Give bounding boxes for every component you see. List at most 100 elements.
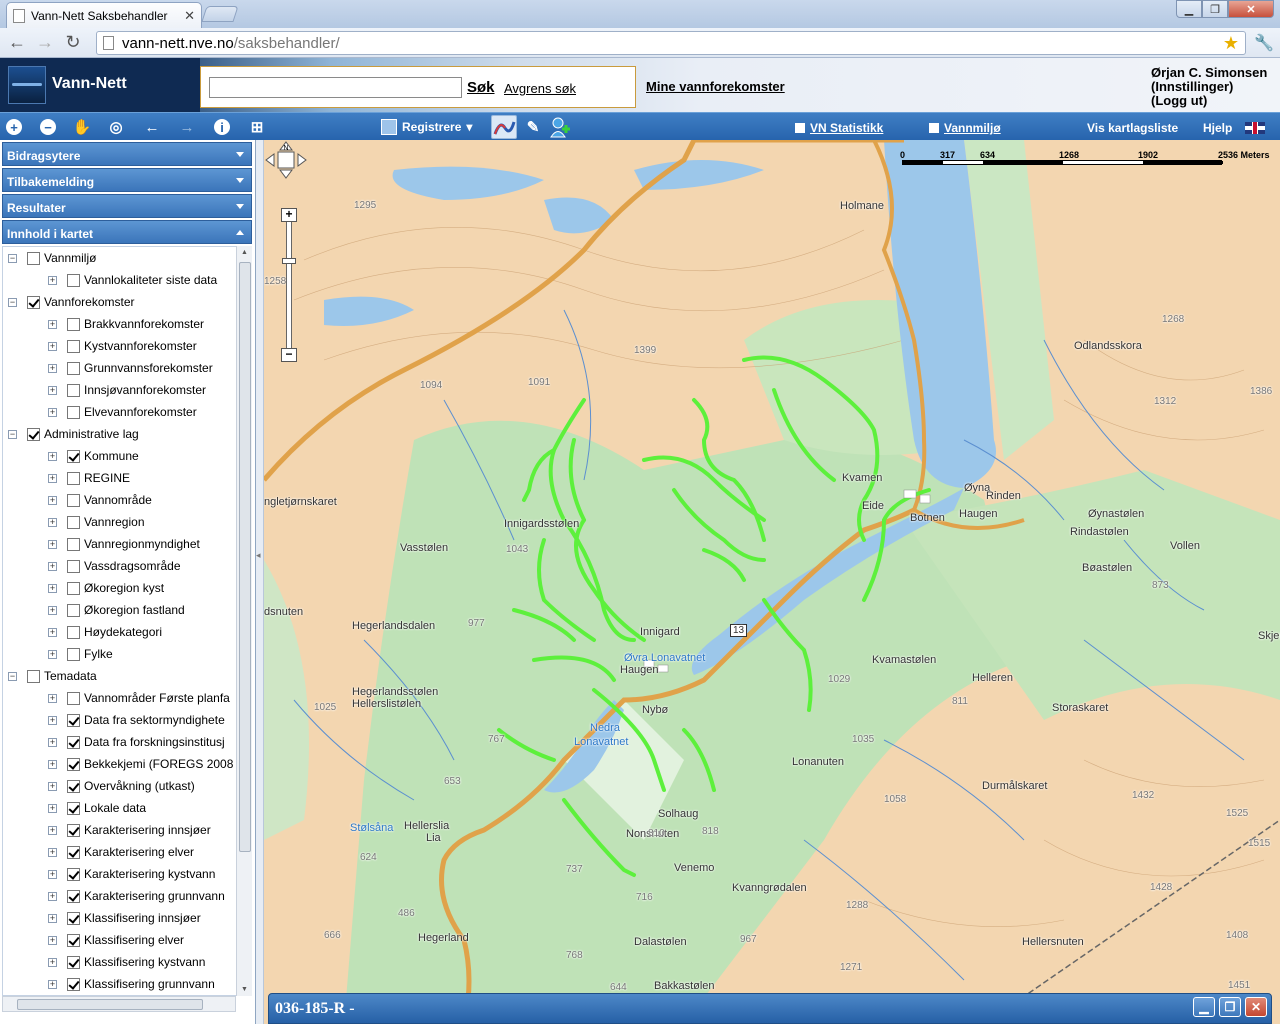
- layer-tree-item[interactable]: + REGINE: [48, 467, 130, 489]
- layer-checkbox[interactable]: [27, 251, 40, 265]
- forward-arrow-icon[interactable]: →: [31, 31, 59, 55]
- scrollbar-thumb[interactable]: [17, 999, 203, 1010]
- zoom-in-icon[interactable]: +: [281, 208, 297, 222]
- layer-tree-item[interactable]: − Vannmiljø: [8, 247, 96, 269]
- layer-checkbox[interactable]: [67, 757, 80, 771]
- collapse-icon[interactable]: −: [8, 253, 17, 263]
- panel-splitter[interactable]: ◂: [256, 140, 264, 1024]
- layer-tree-item[interactable]: + Fylke: [48, 643, 113, 665]
- layer-tree-item[interactable]: − Vannforekomster: [8, 291, 135, 313]
- address-bar[interactable]: vann-nett.nve.no /saksbehandler/ ★: [96, 31, 1246, 55]
- layer-tree-horizontal-scrollbar[interactable]: [2, 996, 236, 1012]
- expand-icon[interactable]: +: [48, 451, 57, 461]
- add-user-icon[interactable]: [549, 116, 571, 138]
- layer-checkbox[interactable]: [67, 383, 80, 397]
- layer-checkbox[interactable]: [67, 471, 80, 485]
- layer-checkbox[interactable]: [67, 735, 80, 749]
- layer-checkbox[interactable]: [67, 955, 80, 969]
- expand-icon[interactable]: +: [48, 803, 57, 813]
- window-maximize-button[interactable]: ❐: [1202, 0, 1228, 18]
- layer-checkbox[interactable]: [67, 889, 80, 903]
- bookmark-star-icon[interactable]: ★: [1223, 33, 1239, 54]
- layer-tree-item[interactable]: + Karakterisering innsjøer: [48, 819, 211, 841]
- feature-window[interactable]: 036-185-R - ▁ ❐ ✕: [268, 993, 1272, 1024]
- search-input[interactable]: [209, 77, 462, 98]
- expand-icon[interactable]: +: [48, 869, 57, 879]
- vannmiljo-link[interactable]: Vannmiljø: [929, 121, 1001, 135]
- layer-tree-item[interactable]: + Innsjøvannforekomster: [48, 379, 206, 401]
- layer-tree-item[interactable]: + Vannområde: [48, 489, 152, 511]
- full-extent-icon[interactable]: ◎: [105, 116, 127, 138]
- new-tab-button[interactable]: [201, 6, 239, 22]
- expand-icon[interactable]: +: [48, 957, 57, 967]
- tab-close-icon[interactable]: ✕: [184, 8, 195, 24]
- expand-icon[interactable]: +: [48, 913, 57, 923]
- layer-tree-item[interactable]: + Vannregionmyndighet: [48, 533, 200, 555]
- layer-checkbox[interactable]: [67, 933, 80, 947]
- expand-icon[interactable]: +: [48, 363, 57, 373]
- layer-tree-item[interactable]: + Karakterisering elver: [48, 841, 194, 863]
- expand-icon[interactable]: +: [48, 737, 57, 747]
- logout-link[interactable]: (Logg ut): [1151, 94, 1267, 108]
- expand-icon[interactable]: +: [48, 561, 57, 571]
- layer-tree-item[interactable]: + Karakterisering kystvann: [48, 863, 215, 885]
- collapse-icon[interactable]: −: [8, 671, 17, 681]
- layer-checkbox[interactable]: [27, 295, 40, 309]
- window-minimize-button[interactable]: ▁: [1176, 0, 1202, 18]
- layer-tree-item[interactable]: − Administrative lag: [8, 423, 139, 445]
- expand-icon[interactable]: +: [48, 539, 57, 549]
- collapse-icon[interactable]: −: [8, 429, 17, 439]
- minimize-icon[interactable]: ▁: [1193, 997, 1215, 1017]
- layer-checkbox[interactable]: [67, 317, 80, 331]
- zoom-knob[interactable]: [282, 258, 296, 264]
- layer-checkbox[interactable]: [67, 911, 80, 925]
- collapse-icon[interactable]: −: [8, 297, 17, 307]
- expand-icon[interactable]: +: [48, 825, 57, 835]
- expand-icon[interactable]: +: [48, 473, 57, 483]
- map-view[interactable]: Holmane Odlandsskora Kvamen Eide Øyna Rinden H…: [264, 140, 1280, 1024]
- layer-tree-item[interactable]: + Høydekategori: [48, 621, 162, 643]
- expand-icon[interactable]: +: [48, 891, 57, 901]
- layer-tree-item[interactable]: + Overvåkning (utkast): [48, 775, 195, 797]
- expand-icon[interactable]: +: [48, 693, 57, 703]
- layer-tree-item[interactable]: + Økoregion fastland: [48, 599, 185, 621]
- scroll-down-icon[interactable]: ▼: [241, 986, 248, 993]
- wrench-menu-icon[interactable]: 🔧: [1252, 31, 1276, 55]
- expand-icon[interactable]: +: [48, 627, 57, 637]
- layer-checkbox[interactable]: [67, 559, 80, 573]
- info-icon[interactable]: i: [211, 116, 233, 138]
- layer-checkbox[interactable]: [67, 845, 80, 859]
- expand-icon[interactable]: +: [48, 319, 57, 329]
- layer-checkbox[interactable]: [67, 361, 80, 375]
- layer-checkbox[interactable]: [67, 493, 80, 507]
- layer-tree-vertical-scrollbar[interactable]: ▲ ▼: [236, 246, 252, 996]
- layer-tree-item[interactable]: + Vannregion: [48, 511, 145, 533]
- zoom-slider[interactable]: + −: [281, 208, 297, 364]
- restore-icon[interactable]: ❐: [1219, 997, 1241, 1017]
- accordion-bidragsytere[interactable]: Bidragsytere: [2, 142, 252, 166]
- zoom-out-icon[interactable]: −: [281, 348, 297, 362]
- layer-tree-item[interactable]: + Klassifisering elver: [48, 929, 184, 951]
- layer-tree-item[interactable]: + Vannområder Første planfa: [48, 687, 230, 709]
- accordion-innhold-i-kartet[interactable]: Innhold i kartet: [2, 220, 252, 244]
- layer-tree-item[interactable]: − Temadata: [8, 665, 97, 687]
- layer-checkbox[interactable]: [67, 515, 80, 529]
- browser-tab[interactable]: Vann-Nett Saksbehandler ✕: [6, 2, 202, 28]
- uk-flag-icon[interactable]: [1245, 122, 1265, 134]
- draw-river-tool-button[interactable]: [491, 115, 517, 139]
- search-button[interactable]: Søk: [467, 79, 495, 96]
- window-close-button[interactable]: ✕: [1228, 0, 1274, 18]
- layer-checkbox[interactable]: [67, 603, 80, 617]
- register-button[interactable]: Registrere ▾: [381, 119, 472, 135]
- expand-icon[interactable]: +: [48, 385, 57, 395]
- expand-icon[interactable]: +: [48, 935, 57, 945]
- layer-checkbox[interactable]: [67, 867, 80, 881]
- layer-tree-item[interactable]: + Vassdragsområde: [48, 555, 181, 577]
- layer-tree-item[interactable]: + Data fra forskningsinstitusj: [48, 731, 225, 753]
- layer-checkbox[interactable]: [67, 339, 80, 353]
- back-arrow-icon[interactable]: ←: [141, 116, 163, 138]
- layer-tree-item[interactable]: + Data fra sektormyndighete: [48, 709, 225, 731]
- zoom-track[interactable]: [286, 218, 292, 354]
- help-link[interactable]: Hjelp: [1203, 121, 1232, 135]
- layer-tree-item[interactable]: + Lokale data: [48, 797, 146, 819]
